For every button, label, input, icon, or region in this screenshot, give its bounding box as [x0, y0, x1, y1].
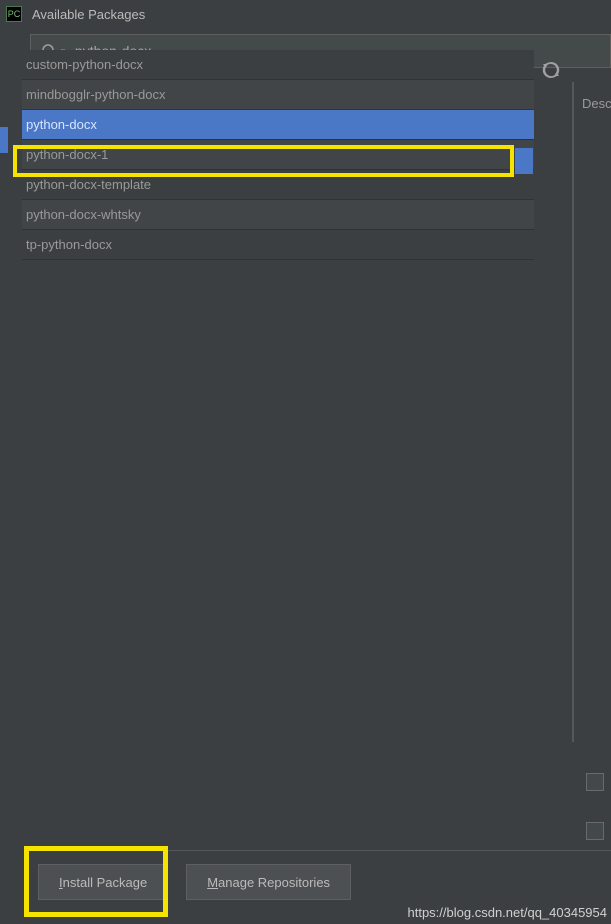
refresh-icon — [541, 60, 561, 80]
mnemonic: M — [207, 875, 218, 890]
option-checkbox[interactable] — [586, 773, 604, 791]
refresh-button[interactable] — [541, 60, 561, 80]
button-label: nstall Package — [63, 875, 148, 890]
manage-repositories-button[interactable]: Manage Repositories — [186, 864, 351, 900]
option-checkbox[interactable] — [586, 822, 604, 840]
package-name: python-docx-whtsky — [26, 207, 141, 222]
package-name: python-docx-1 — [26, 147, 108, 162]
button-row: Install Package Manage Repositories — [38, 864, 351, 900]
window-title: Available Packages — [32, 7, 145, 22]
pycharm-icon: PC — [6, 6, 22, 22]
watermark-text: https://blog.csdn.net/qq_40345954 — [408, 905, 608, 920]
list-item[interactable]: tp-python-docx — [22, 230, 534, 260]
list-item[interactable]: python-docx-whtsky — [22, 200, 534, 230]
title-bar: PC Available Packages — [0, 0, 611, 28]
button-label: anage Repositories — [218, 875, 330, 890]
left-rail — [0, 28, 8, 878]
package-list: custom-python-docx mindbogglr-python-doc… — [22, 50, 534, 849]
package-name: custom-python-docx — [26, 57, 143, 72]
package-name: python-docx — [26, 117, 97, 132]
left-rail-highlight — [0, 127, 8, 153]
install-package-button[interactable]: Install Package — [38, 864, 168, 900]
list-item[interactable]: python-docx-1 — [22, 140, 534, 170]
list-item[interactable]: mindbogglr-python-docx — [22, 80, 534, 110]
list-item-selected[interactable]: python-docx — [22, 110, 534, 140]
package-name: mindbogglr-python-docx — [26, 87, 165, 102]
list-item[interactable]: custom-python-docx — [22, 50, 534, 80]
package-name: tp-python-docx — [26, 237, 112, 252]
horizontal-divider — [30, 850, 611, 851]
package-name: python-docx-template — [26, 177, 151, 192]
description-label: Descr — [582, 96, 611, 111]
list-item[interactable]: python-docx-template — [22, 170, 534, 200]
vertical-divider[interactable] — [572, 82, 574, 742]
selection-overflow — [515, 148, 533, 174]
